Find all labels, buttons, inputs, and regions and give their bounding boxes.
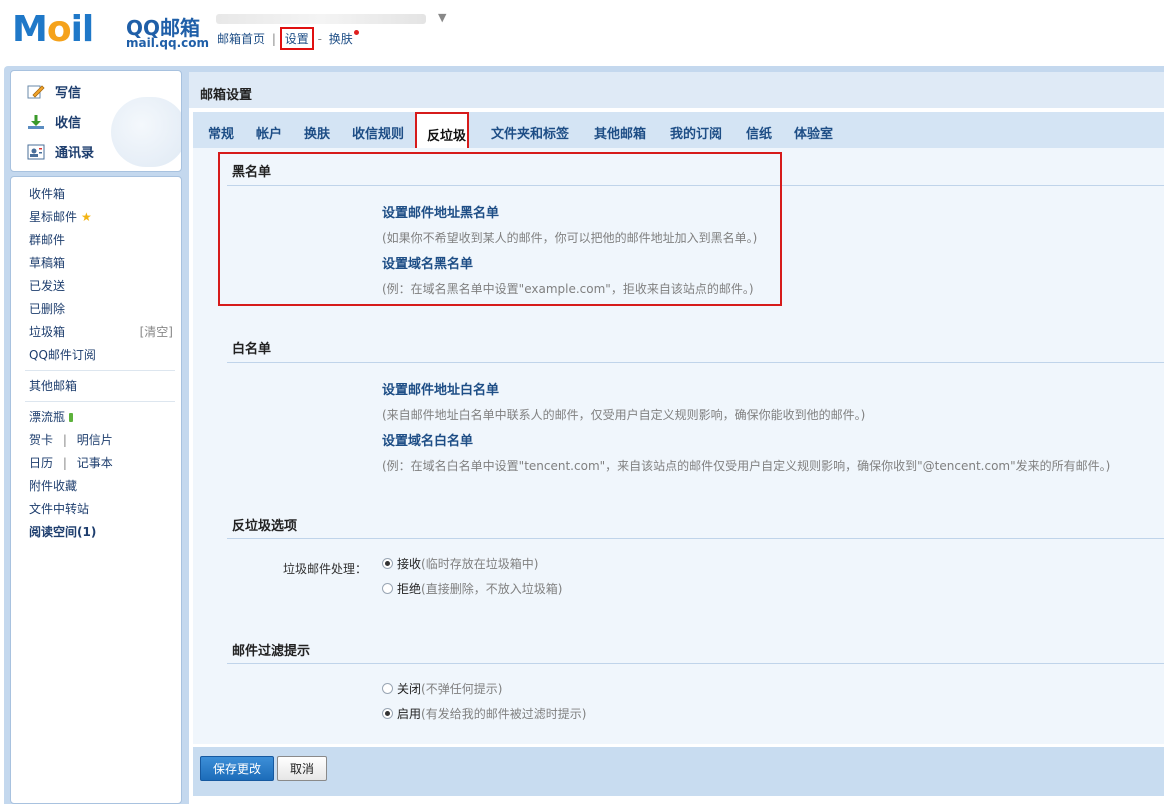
title-bar: 邮箱设置: [189, 72, 1164, 108]
separator: -: [317, 32, 322, 46]
action-footer: 保存更改 取消: [193, 747, 1164, 796]
nav-subscription[interactable]: QQ邮件订阅: [29, 346, 96, 363]
tab-lab[interactable]: 体验室: [794, 123, 833, 142]
star-icon: ★: [81, 210, 92, 224]
notification-dot-icon: [353, 30, 359, 35]
separator: |: [271, 32, 276, 46]
nav-junk[interactable]: 垃圾箱: [29, 323, 65, 340]
logo-url: mail.qq.com: [126, 36, 209, 50]
home-link[interactable]: 邮箱首页: [217, 32, 265, 46]
settings-main: 邮箱设置 常规 帐户 换肤 收信规则 文件夹和标签 其他邮箱 我的订阅 信纸 体…: [189, 72, 1164, 804]
nav-notes[interactable]: 记事本: [77, 456, 113, 470]
filter-off-option[interactable]: 关闭(不弹任何提示): [382, 680, 502, 697]
nav-inbox[interactable]: 收件箱: [29, 185, 65, 202]
divider: [25, 401, 175, 402]
settings-content: 黑名单 设置邮件地址黑名单 (如果你不希望收到某人的邮件，你可以把他的邮件地址加…: [193, 148, 1164, 744]
settings-link[interactable]: 设置: [279, 27, 314, 50]
radio-filter-on[interactable]: [382, 708, 393, 719]
nav-deleted[interactable]: 已删除: [29, 300, 65, 317]
divider: [227, 362, 1164, 363]
separator: |: [62, 456, 67, 470]
divider: [227, 663, 1164, 664]
nav-bottle[interactable]: 漂流瓶: [29, 408, 74, 425]
separator: |: [62, 433, 67, 447]
filter-on-option[interactable]: 启用(有发给我的邮件被过滤时提示): [382, 705, 586, 722]
domain-whitelist-desc: (例：在域名白名单中设置"tencent.com"，来自该站点的邮件仅受用户自定…: [382, 459, 1111, 473]
tab-antispam[interactable]: 反垃圾: [427, 125, 466, 144]
penguin-decoration-icon: [111, 97, 181, 167]
nav-attachments[interactable]: 附件收藏: [29, 477, 77, 494]
spam-handling-label: 垃圾邮件处理：: [283, 562, 368, 576]
domain-whitelist-link[interactable]: 设置域名白名单: [382, 430, 473, 449]
folder-nav: 收件箱 星标邮件 ★ 群邮件 草稿箱 已发送 已删除 垃圾箱 [清空] QQ邮件订…: [10, 176, 182, 804]
tab-other-mail[interactable]: 其他邮箱: [594, 123, 646, 142]
nav-starred[interactable]: 星标邮件 ★: [29, 208, 92, 225]
account-name-blurred: [216, 14, 426, 24]
address-whitelist-desc: (来自邮件地址白名单中联系人的邮件，仅受用户自定义规则影响，确保你能收到他的邮件…: [382, 408, 866, 422]
inbox-button[interactable]: 收信: [27, 112, 81, 131]
radio-reject[interactable]: [382, 583, 393, 594]
page-title: 邮箱设置: [200, 88, 253, 103]
account-dropdown-icon[interactable]: ▼: [438, 11, 446, 24]
spam-reject-option[interactable]: 拒绝(直接删除，不放入垃圾箱): [382, 580, 562, 597]
nav-reading-space[interactable]: 阅读空间(1): [29, 523, 96, 540]
tab-subscriptions[interactable]: 我的订阅: [670, 123, 722, 142]
nav-postcard[interactable]: 明信片: [77, 433, 113, 447]
nav-drafts[interactable]: 草稿箱: [29, 254, 65, 271]
nav-calendar-row: 日历 | 记事本: [29, 454, 113, 471]
nav-group-mail[interactable]: 群邮件: [29, 231, 65, 248]
nav-card-row: 贺卡 | 明信片: [29, 431, 113, 448]
tab-account[interactable]: 帐户: [256, 123, 282, 142]
compose-button[interactable]: 写信: [27, 82, 81, 101]
tab-folders-labels[interactable]: 文件夹和标签: [491, 123, 569, 142]
filter-notice-title: 邮件过滤提示: [232, 644, 311, 659]
nav-file-transfer[interactable]: 文件中转站: [29, 500, 89, 517]
download-icon: [28, 115, 44, 129]
pencil-icon: [27, 85, 45, 99]
settings-tabs: 常规 帐户 换肤 收信规则 文件夹和标签 其他邮箱 我的订阅 信纸 体验室: [193, 112, 1164, 148]
contacts-button[interactable]: 通讯录: [27, 142, 94, 161]
radio-filter-off[interactable]: [382, 683, 393, 694]
radio-accept[interactable]: [382, 558, 393, 569]
logo-wordmark: Moil: [12, 9, 94, 50]
address-book-icon: [27, 144, 45, 160]
blacklist-highlight: [218, 152, 782, 306]
tab-rules[interactable]: 收信规则: [352, 123, 404, 142]
clear-junk-link[interactable]: [清空]: [140, 323, 173, 340]
nav-sent[interactable]: 已发送: [29, 277, 65, 294]
nav-other-mail[interactable]: 其他邮箱: [29, 377, 77, 394]
tab-general[interactable]: 常规: [208, 123, 234, 142]
spam-accept-option[interactable]: 接收(临时存放在垃圾箱中): [382, 555, 538, 572]
address-whitelist-link[interactable]: 设置邮件地址白名单: [382, 379, 499, 398]
tab-stationery[interactable]: 信纸: [746, 123, 772, 142]
divider: [25, 370, 175, 371]
nav-card[interactable]: 贺卡: [29, 433, 53, 447]
whitelist-title: 白名单: [232, 342, 272, 357]
tab-skin[interactable]: 换肤: [304, 123, 330, 142]
bottle-icon: [69, 413, 74, 422]
skin-link[interactable]: 换肤: [329, 30, 359, 46]
divider: [227, 538, 1164, 539]
nav-calendar[interactable]: 日历: [29, 456, 53, 470]
save-changes-button[interactable]: 保存更改: [200, 756, 274, 781]
top-header: Moil QQ邮箱 mail.qq.com ▼ 邮箱首页 | 设置 - 换肤: [0, 0, 1164, 66]
quick-actions-panel: 写信 收信 通讯录: [10, 70, 182, 172]
top-links: 邮箱首页 | 设置 - 换肤: [217, 27, 359, 50]
cancel-button[interactable]: 取消: [277, 756, 327, 781]
antispam-title: 反垃圾选项: [232, 519, 298, 534]
